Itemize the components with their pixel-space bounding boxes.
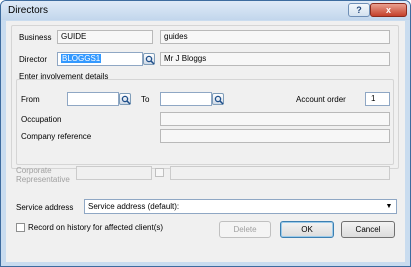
to-date-input[interactable] bbox=[160, 92, 212, 106]
help-button[interactable]: ? bbox=[348, 3, 370, 17]
corporate-representative-lookup bbox=[155, 168, 164, 177]
director-name-field: Mr J Bloggs bbox=[160, 52, 390, 66]
director-code-value: BLOGGS1 bbox=[61, 54, 102, 63]
title-bar[interactable]: Directors ? x bbox=[1, 1, 410, 20]
account-order-label: Account order bbox=[296, 95, 346, 104]
company-reference-label: Company reference bbox=[21, 132, 92, 141]
directors-dialog: Directors ? x Business GUIDE guides Dire… bbox=[0, 0, 411, 267]
corporate-label-line1: Corporate bbox=[16, 166, 52, 175]
from-date-input[interactable] bbox=[67, 92, 119, 106]
service-address-label: Service address bbox=[16, 203, 74, 212]
lookup-icon bbox=[121, 95, 131, 105]
delete-button[interactable]: Delete bbox=[219, 221, 271, 238]
director-label: Director bbox=[19, 55, 48, 64]
close-button[interactable]: x bbox=[370, 3, 407, 17]
director-code-input[interactable]: BLOGGS1 bbox=[57, 52, 143, 66]
business-label: Business bbox=[19, 33, 52, 42]
lookup-icon bbox=[214, 95, 224, 105]
ok-button[interactable]: OK bbox=[280, 221, 334, 238]
occupation-label: Occupation bbox=[21, 115, 62, 124]
to-label: To bbox=[141, 95, 150, 104]
service-address-dropdown[interactable]: Service address (default): ▼ bbox=[84, 199, 397, 214]
director-lookup-button[interactable] bbox=[143, 53, 155, 65]
company-reference-input[interactable] bbox=[160, 129, 390, 143]
help-icon: ? bbox=[356, 5, 362, 15]
cancel-button[interactable]: Cancel bbox=[341, 221, 395, 238]
from-label: From bbox=[21, 95, 40, 104]
chevron-down-icon: ▼ bbox=[385, 203, 393, 210]
corporate-label-line2: Representative bbox=[16, 175, 70, 184]
lookup-icon bbox=[145, 55, 155, 65]
dialog-body: Business GUIDE guides Director BLOGGS1 M… bbox=[6, 21, 405, 262]
close-icon: x bbox=[385, 5, 391, 15]
window-title: Directors bbox=[8, 5, 49, 16]
occupation-input[interactable] bbox=[160, 112, 390, 126]
corporate-representative-name bbox=[170, 166, 390, 180]
service-address-value: Service address (default): bbox=[88, 202, 180, 211]
business-name-field: guides bbox=[160, 30, 390, 44]
corporate-representative-code bbox=[76, 166, 152, 180]
to-date-lookup-button[interactable] bbox=[212, 93, 224, 105]
record-history-label: Record on history for affected client(s) bbox=[28, 223, 164, 232]
business-code-field: GUIDE bbox=[57, 30, 153, 44]
account-order-input[interactable]: 1 bbox=[365, 92, 390, 106]
record-history-checkbox[interactable] bbox=[16, 223, 25, 232]
from-date-lookup-button[interactable] bbox=[119, 93, 131, 105]
